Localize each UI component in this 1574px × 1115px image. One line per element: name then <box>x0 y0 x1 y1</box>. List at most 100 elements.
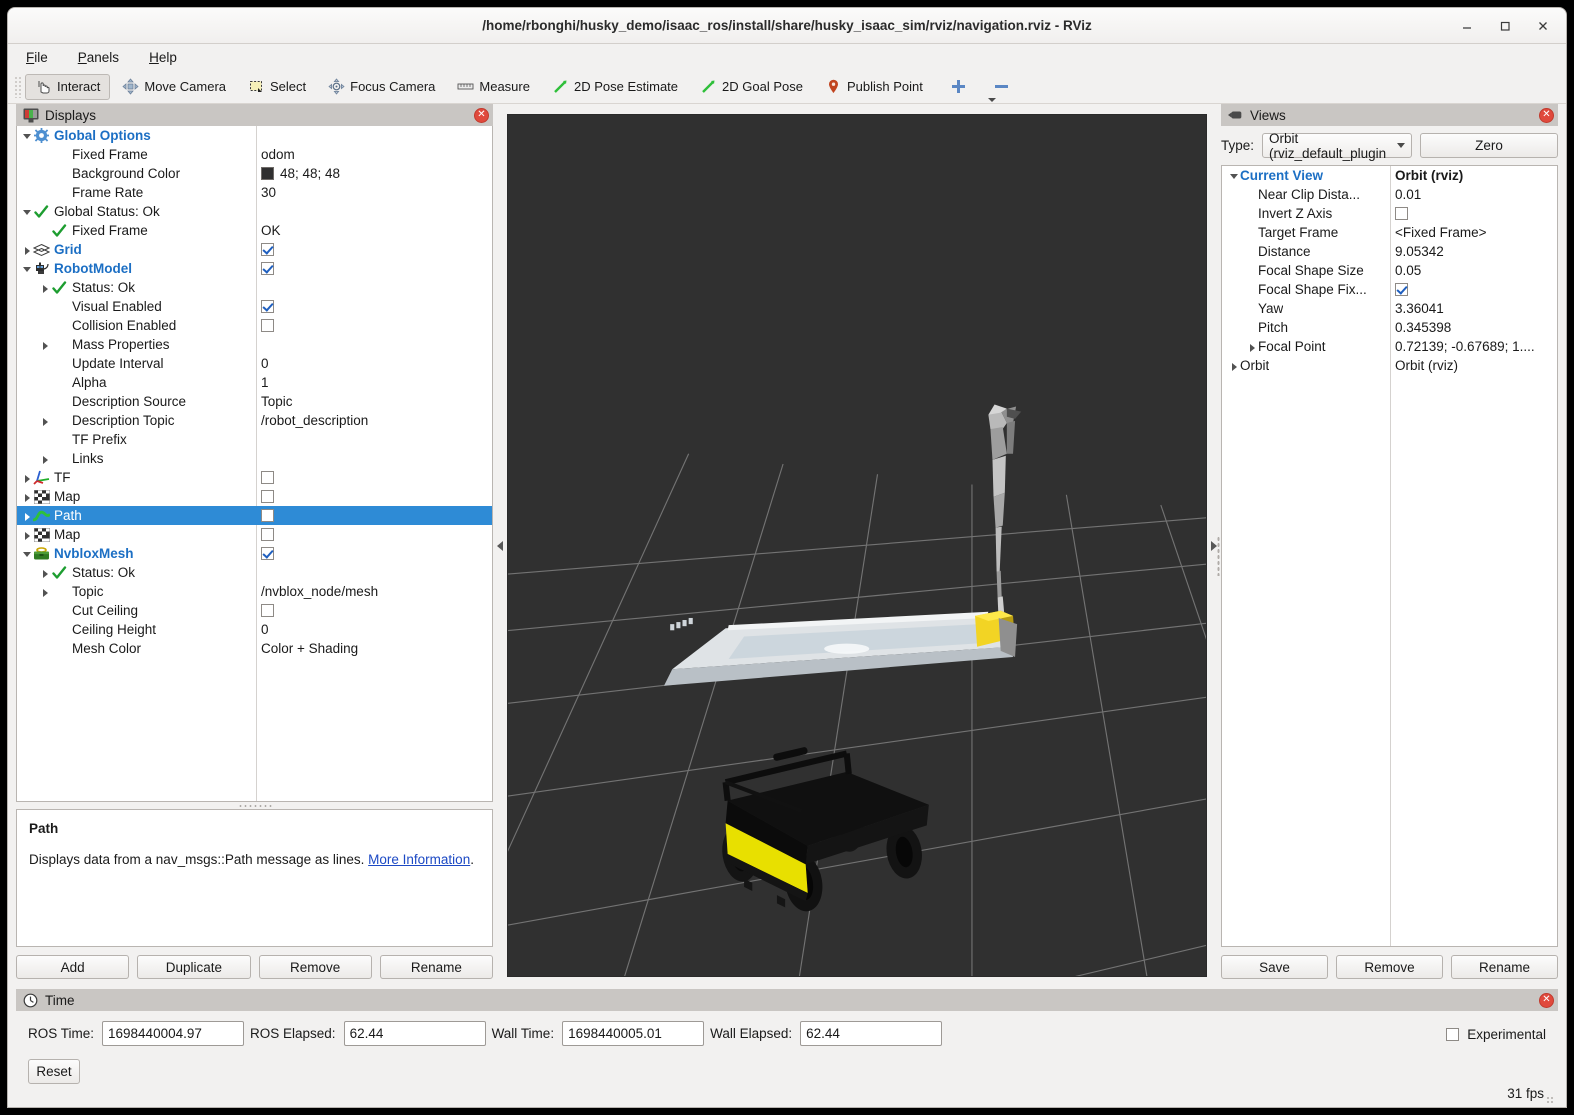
tree-row[interactable]: Update Interval 0 <box>17 354 492 373</box>
tool-2d-pose-estimate[interactable]: 2D Pose Estimate <box>542 74 688 100</box>
tree-row-value[interactable]: Orbit (rviz) <box>1390 168 1557 183</box>
toolbar-grip[interactable] <box>14 75 22 98</box>
tree-row[interactable]: Frame Rate 30 <box>17 183 492 202</box>
tree-row-value[interactable] <box>256 490 492 503</box>
tree-row[interactable]: Mass Properties <box>17 335 492 354</box>
tree-row-value[interactable]: 9.05342 <box>1390 244 1557 259</box>
close-icon[interactable]: ✕ <box>1539 107 1554 123</box>
save-view-button[interactable]: Save <box>1221 955 1328 979</box>
tree-row[interactable]: Fixed Frame OK <box>17 221 492 240</box>
rename-button[interactable]: Rename <box>379 955 493 979</box>
tree-row-value[interactable] <box>256 300 492 313</box>
tree-row[interactable]: Map <box>17 487 492 506</box>
row-checkbox[interactable] <box>261 490 274 503</box>
row-checkbox[interactable] <box>261 319 274 332</box>
tree-row[interactable]: Cut Ceiling <box>17 601 492 620</box>
tree-row[interactable]: TF <box>17 468 492 487</box>
tree-row-value[interactable]: 0.05 <box>1390 263 1557 278</box>
tree-row-value[interactable]: 3.36041 <box>1390 301 1557 316</box>
time-field-input[interactable]: 62.44 <box>343 1021 486 1046</box>
tree-row-value[interactable]: /robot_description <box>256 413 492 428</box>
tree-row-value[interactable]: odom <box>256 147 492 162</box>
tree-row[interactable]: Distance 9.05342 <box>1222 242 1557 261</box>
row-checkbox[interactable] <box>261 243 274 256</box>
tree-row[interactable]: Alpha 1 <box>17 373 492 392</box>
tree-row[interactable]: Focal Shape Fix... <box>1222 280 1557 299</box>
close-icon[interactable]: ✕ <box>1539 992 1554 1008</box>
tree-row-value[interactable]: 0.72139; -0.67689; 1.... <box>1390 339 1557 354</box>
tree-row-value[interactable] <box>1390 207 1557 220</box>
chevron-down-icon[interactable] <box>21 130 33 142</box>
time-field-input[interactable]: 1698440004.97 <box>102 1021 245 1046</box>
left-splitter-handle[interactable] <box>493 104 507 987</box>
tree-row-value[interactable]: 0.345398 <box>1390 320 1557 335</box>
add-tool-icon[interactable] <box>950 78 967 95</box>
tool-2d-goal-pose[interactable]: 2D Goal Pose <box>690 74 813 100</box>
tree-row[interactable]: Visual Enabled <box>17 297 492 316</box>
row-checkbox[interactable] <box>261 262 274 275</box>
row-checkbox[interactable] <box>1395 283 1408 296</box>
row-checkbox[interactable] <box>261 604 274 617</box>
zero-button[interactable]: Zero <box>1420 133 1558 158</box>
chevron-right-icon[interactable] <box>21 244 33 256</box>
chevron-right-icon[interactable] <box>21 472 33 484</box>
row-checkbox[interactable] <box>261 471 274 484</box>
time-field-input[interactable]: 62.44 <box>800 1021 943 1046</box>
experimental-checkbox[interactable] <box>1446 1028 1460 1041</box>
tree-row[interactable]: Target Frame <Fixed Frame> <box>1222 223 1557 242</box>
chevron-down-icon[interactable] <box>21 263 33 275</box>
views-tree[interactable]: Current View Orbit (rviz) Near Clip Dista.… <box>1221 165 1558 947</box>
tree-row-value[interactable]: 1 <box>256 375 492 390</box>
tool-publish-point[interactable]: Publish Point <box>815 74 933 100</box>
duplicate-button[interactable]: Duplicate <box>137 955 251 979</box>
displays-splitter[interactable] <box>16 802 493 809</box>
row-checkbox[interactable] <box>261 509 274 522</box>
close-icon[interactable]: ✕ <box>474 107 489 123</box>
menu-help[interactable]: Help <box>145 48 181 67</box>
tree-row-value[interactable]: 30 <box>256 185 492 200</box>
chevron-right-icon[interactable] <box>1246 341 1258 353</box>
remove-button[interactable]: Remove <box>258 955 372 979</box>
remove-view-button[interactable]: Remove <box>1336 955 1443 979</box>
row-checkbox[interactable] <box>261 300 274 313</box>
tree-row-value[interactable] <box>256 509 492 522</box>
tree-row[interactable]: Background Color 48; 48; 48 <box>17 164 492 183</box>
rename-view-button[interactable]: Rename <box>1451 955 1558 979</box>
tree-row[interactable]: Status: Ok <box>17 278 492 297</box>
reset-button[interactable]: Reset <box>28 1059 80 1084</box>
chevron-right-icon[interactable] <box>39 453 51 465</box>
chevron-right-icon[interactable] <box>21 510 33 522</box>
menu-file[interactable]: File <box>22 48 52 67</box>
tree-row[interactable]: Focal Shape Size 0.05 <box>1222 261 1557 280</box>
tree-row-value[interactable]: Topic <box>256 394 492 409</box>
tree-row[interactable]: TF Prefix <box>17 430 492 449</box>
chevron-right-icon[interactable] <box>39 339 51 351</box>
tree-row[interactable]: Grid <box>17 240 492 259</box>
displays-tree[interactable]: Global Options Fixed Frame odom Background … <box>16 126 493 802</box>
row-checkbox[interactable] <box>261 528 274 541</box>
tree-row[interactable]: Mesh Color Color + Shading <box>17 639 492 658</box>
tree-row-value[interactable]: 0 <box>256 622 492 637</box>
tree-row[interactable]: Fixed Frame odom <box>17 145 492 164</box>
menu-panels[interactable]: Panels <box>74 48 123 67</box>
tree-row[interactable]: Map <box>17 525 492 544</box>
tree-row[interactable]: Yaw 3.36041 <box>1222 299 1557 318</box>
tree-row-value[interactable] <box>256 528 492 541</box>
tree-row[interactable]: Global Status: Ok <box>17 202 492 221</box>
tree-row[interactable]: Description Source Topic <box>17 392 492 411</box>
experimental-toggle[interactable]: Experimental <box>1446 1027 1546 1042</box>
chevron-right-icon[interactable] <box>39 567 51 579</box>
tree-row[interactable]: Links <box>17 449 492 468</box>
tool-focus-camera[interactable]: Focus Camera <box>318 74 445 100</box>
tree-row-value[interactable]: 48; 48; 48 <box>256 166 492 181</box>
remove-tool-icon[interactable] <box>987 78 1010 117</box>
row-checkbox[interactable] <box>1395 207 1408 220</box>
tree-row[interactable]: Orbit Orbit (rviz) <box>1222 356 1557 375</box>
tree-row-value[interactable] <box>256 471 492 484</box>
right-splitter-handle[interactable] <box>1207 104 1221 987</box>
tree-row-value[interactable]: Color + Shading <box>256 641 492 656</box>
tree-row-value[interactable]: Orbit (rviz) <box>1390 358 1557 373</box>
tree-row[interactable]: RobotModel <box>17 259 492 278</box>
chevron-right-icon[interactable] <box>39 415 51 427</box>
view-type-combobox[interactable]: Orbit (rviz_default_plugin <box>1262 131 1413 161</box>
